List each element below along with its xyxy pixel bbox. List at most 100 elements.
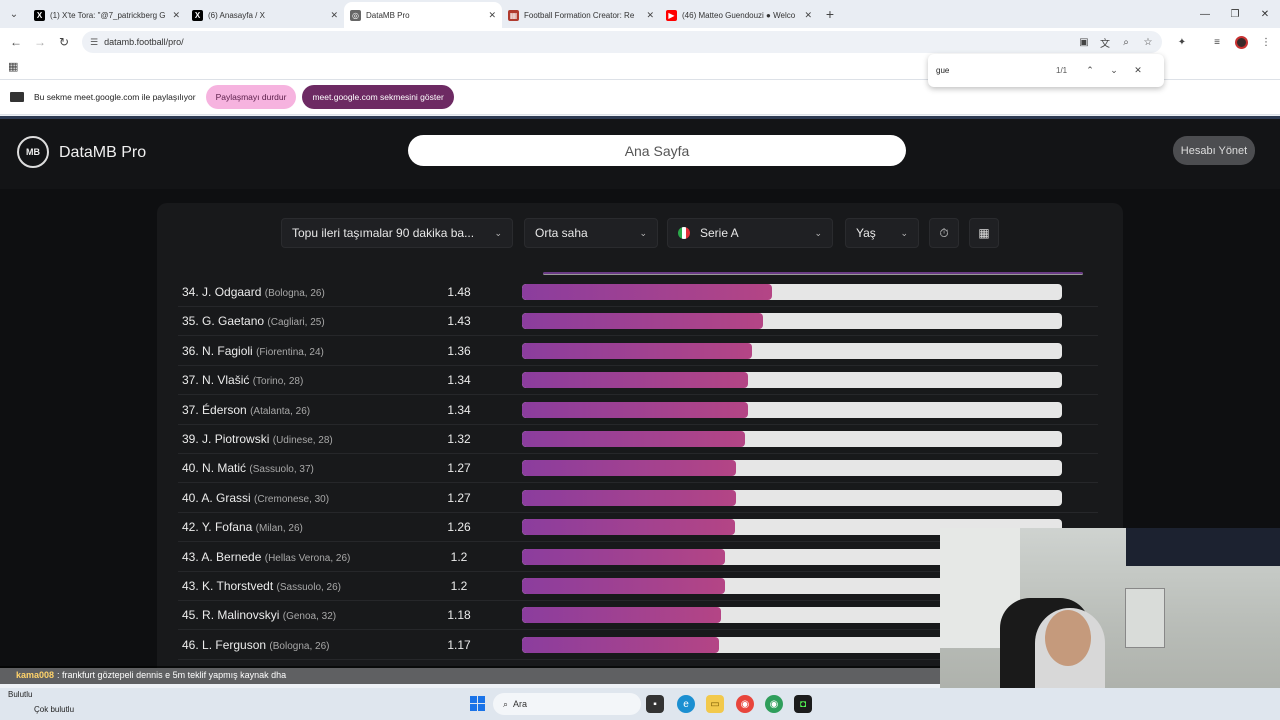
manage-account-button[interactable]: Hesabı Yönet [1173,136,1255,165]
player-label: 37. N. Vlašić (Torino, 28) [182,373,303,387]
profile-avatar[interactable] [1233,34,1249,50]
weather-line-1: Bulutlu [8,690,33,699]
show-meet-tab-button[interactable]: meet.google.com sekmesini göster [302,85,454,109]
player-name: L. Ferguson [202,637,267,652]
value-bar-fill [522,401,749,418]
media-icon[interactable]: ≡ [1209,34,1225,50]
translate-icon[interactable]: 文 [1097,34,1113,50]
new-tab-button[interactable]: + [818,6,842,22]
tab-title: (6) Anasayfa / X [208,10,265,20]
calendar-icon[interactable]: ▦ [969,218,999,248]
forward-icon[interactable]: → [28,35,52,49]
tab-close-icon[interactable]: ✕ [172,10,180,21]
tab-close-icon[interactable]: ✕ [804,10,812,21]
back-icon[interactable]: ← [4,35,28,49]
value-bar-fill [522,372,749,389]
find-next-icon[interactable]: ⌄ [1102,65,1126,76]
ranking-row[interactable]: 37. Éderson (Atalanta, 26) 1.34 [178,396,1098,425]
browser-tab[interactable]: X (6) Anasayfa / X ✕ [186,2,344,28]
metric-value: 1.27 [447,461,471,476]
bookmark-star-icon[interactable]: ☆ [1140,34,1156,50]
minimize-icon[interactable]: — [1190,0,1220,28]
ranking-row[interactable]: 35. G. Gaetano (Cagliari, 25) 1.43 [178,307,1098,337]
player-name: A. Bernede [201,549,262,564]
player-label: 37. Éderson (Atalanta, 26) [182,403,310,417]
address-bar[interactable]: ☰ datamb.football/pro/ [82,31,1162,53]
app-icon[interactable]: ◘ [794,695,812,713]
taskbar-search[interactable]: ⌕ Ara [493,693,641,715]
tab-favicon-icon: ▶ [666,9,677,21]
edge-icon[interactable]: e [677,695,695,713]
file-explorer-icon[interactable]: ▭ [706,695,724,713]
reload-icon[interactable]: ↻ [52,35,76,49]
find-close-icon[interactable]: ✕ [1126,65,1150,76]
search-input[interactable]: Ana Sayfa [408,135,906,166]
windows-start-icon[interactable] [470,696,485,711]
restore-icon[interactable]: ❐ [1220,0,1250,28]
value-bar-fill [522,607,722,624]
chevron-down-icon: ⌄ [900,228,908,238]
player-club-age: (Atalanta, 26) [250,405,311,417]
browser-tab[interactable]: ▦ Football Formation Creator: Re ✕ [502,2,660,28]
player-label: 46. L. Ferguson (Bologna, 26) [182,638,329,652]
taskbar-search-label: Ara [513,699,528,709]
site-info-icon[interactable]: ☰ [90,37,98,48]
position-select[interactable]: Orta saha ⌄ [524,218,658,248]
player-name: N. Fagioli [202,343,253,358]
find-input[interactable]: gue [936,66,1046,75]
player-club-age: (Cagliari, 25) [267,317,325,329]
value-bar-fill [522,460,737,477]
timer-icon[interactable]: ⏱ [929,218,959,248]
value-bar-fill [522,284,772,300]
apps-grid-icon[interactable]: ▦ [8,60,18,73]
chrome-icon[interactable]: ◉ [736,695,754,713]
task-view-icon[interactable]: ▪ [646,695,664,713]
player-club-age: (Sassuolo, 26) [276,582,342,593]
player-rank: 45. [182,608,199,623]
ranking-row[interactable]: 37. N. Vlašić (Torino, 28) 1.34 [178,366,1098,396]
value-bar-fill [522,578,725,594]
logo-icon[interactable]: MB [17,136,49,168]
player-rank: 43. [182,549,199,564]
player-label: 43. A. Bernede (Hellas Verona, 26) [182,550,350,564]
zoom-icon[interactable]: ⌕ [1118,34,1134,50]
tab-close-icon[interactable]: ✕ [488,10,496,21]
metric-value: 1.48 [447,285,471,299]
metric-select[interactable]: Topu ileri taşımalar 90 dakika ba... ⌄ [281,218,513,248]
tab-favicon-icon: ◎ [350,9,361,21]
sharing-message: Bu sekme meet.google.com ile paylaşılıyo… [34,92,196,102]
value-bar-track [522,460,1062,477]
close-window-icon[interactable]: ✕ [1250,0,1280,28]
weather-widget[interactable]: Bulutlu Çok bulutlu [8,690,74,714]
tab-close-icon[interactable]: ✕ [330,10,338,21]
stop-sharing-button[interactable]: Paylaşmayı durdur [205,85,297,109]
chrome-profile-icon[interactable]: ◉ [765,695,783,713]
extension-icon[interactable]: ▣ [1076,34,1092,50]
extensions-puzzle-icon[interactable]: ✦ [1174,34,1190,50]
ranking-row[interactable]: 39. J. Piotrowski (Udinese, 28) 1.32 [178,425,1098,454]
ranking-row[interactable]: 36. N. Fagioli (Fiorentina, 24) 1.36 [178,337,1098,366]
tab-list-chevron-icon[interactable]: ⌄ [0,0,28,28]
filter-bar: Topu ileri taşımalar 90 dakika ba... ⌄ O… [157,218,1123,248]
brand-name[interactable]: DataMB Pro [59,144,146,162]
player-club-age: (Fiorentina, 24) [256,346,324,358]
league-select[interactable]: Serie A ⌄ [667,218,833,248]
find-previous-icon[interactable]: ⌃ [1078,65,1102,76]
tab-title: (46) Matteo Guendouzi ● Welco [682,10,796,20]
tab-close-icon[interactable]: ✕ [646,10,654,21]
screen-share-icon [10,92,24,102]
ranking-row[interactable]: 34. J. Odgaard (Bologna, 26) 1.48 [178,278,1098,307]
browser-tab[interactable]: ▶ (46) Matteo Guendouzi ● Welco ✕ [660,2,818,28]
age-select[interactable]: Yaş ⌄ [845,218,919,248]
ranking-row[interactable]: 40. A. Grassi (Cremonese, 30) 1.27 [178,484,1098,513]
browser-tab[interactable]: ◎ DataMB Pro ✕ [344,2,502,28]
player-rank: 40. [182,461,199,476]
browser-menu-icon[interactable]: ⋮ [1258,34,1274,50]
value-bar-fill [522,431,745,447]
player-label: 42. Y. Fofana (Milan, 26) [182,520,303,534]
tab-title: (1) X'te Tora: "@7_patrickberg G [50,10,166,20]
ranking-row[interactable]: 40. N. Matić (Sassuolo, 37) 1.27 [178,454,1098,484]
value-bar-track [522,431,1062,447]
metric-value: 1.34 [447,402,471,417]
browser-tab[interactable]: X (1) X'te Tora: "@7_patrickberg G ✕ [28,2,186,28]
